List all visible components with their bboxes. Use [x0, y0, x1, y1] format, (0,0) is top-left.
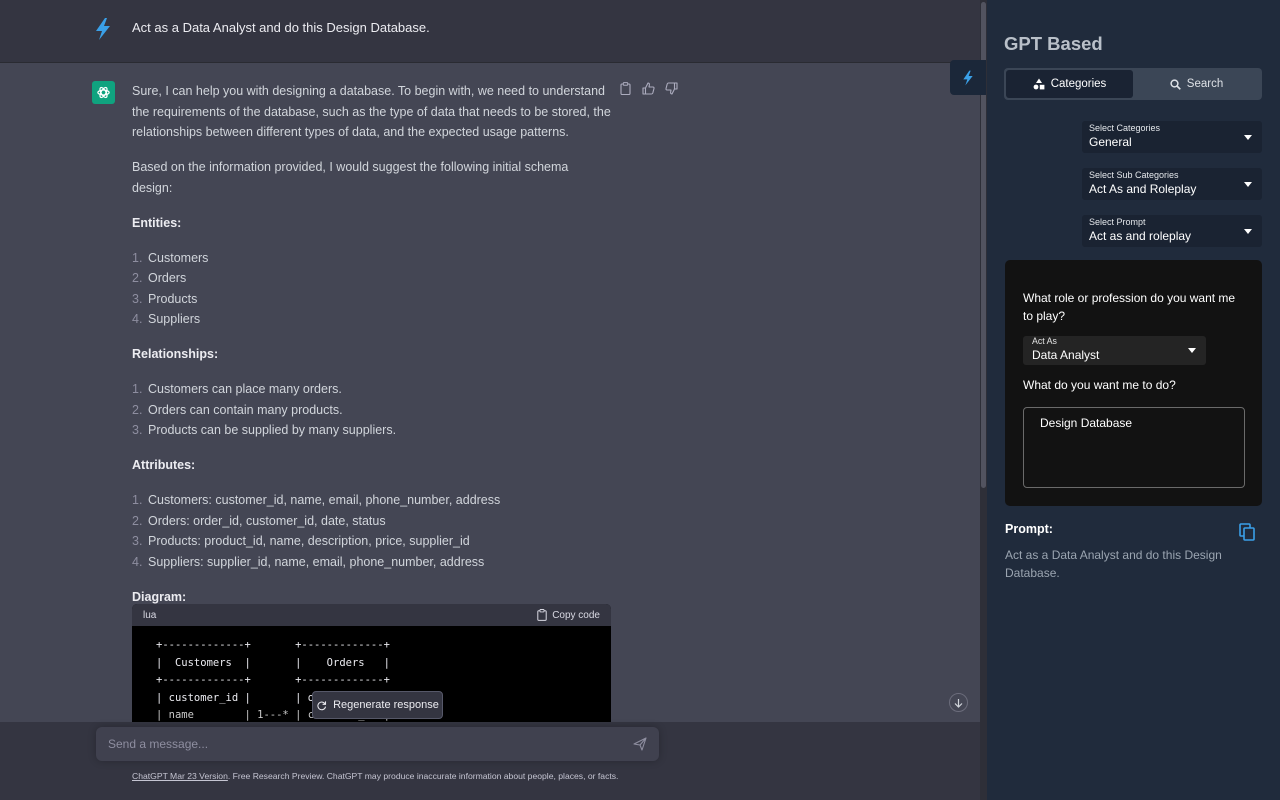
regenerate-label: Regenerate response: [333, 699, 439, 711]
assistant-message-content: Sure, I can help you with designing a da…: [132, 81, 612, 622]
attributes-list: 1. Customers: customer_id, name, email, p…: [132, 490, 612, 572]
version-link[interactable]: ChatGPT Mar 23 Version: [132, 771, 228, 781]
prompt-label: Prompt:: [1005, 522, 1053, 536]
task-value: Design Database: [1040, 416, 1133, 430]
user-message-text: Act as a Data Analyst and do this Design…: [132, 20, 430, 35]
select-label: Select Prompt: [1089, 217, 1146, 227]
caret-down-icon: [1244, 229, 1252, 234]
chat-area: Act as a Data Analyst and do this Design…: [0, 0, 980, 800]
entities-list: 1. Customers 2. Orders 3. Products 4. Suppli…: [132, 248, 612, 330]
select-prompt[interactable]: Select Prompt Act as and roleplay: [1082, 215, 1262, 247]
task-question: What do you want me to do?: [1023, 378, 1176, 392]
chatgpt-logo-icon: [92, 81, 115, 104]
list-item: 4. Suppliers: [132, 312, 201, 326]
select-value: Act as and roleplay: [1089, 229, 1192, 243]
select-label: Select Categories: [1089, 123, 1161, 133]
thumbs-down-icon[interactable]: [664, 81, 678, 95]
relationships-heading: Relationships:: [132, 347, 219, 361]
list-item: 1. Customers can place many orders.: [132, 382, 342, 396]
entities-heading: Entities:: [132, 215, 182, 230]
user-message: Act as a Data Analyst and do this Design…: [0, 0, 980, 63]
list-item: 2. Orders: [132, 271, 187, 285]
generated-prompt-text: Act as a Data Analyst and do this Design…: [1005, 548, 1222, 580]
shapes-icon: [1033, 78, 1045, 90]
tab-label: Categories: [1050, 78, 1107, 90]
scroll-to-bottom-button[interactable]: [949, 693, 968, 712]
act-as-select[interactable]: Act As Data Analyst: [1023, 336, 1206, 365]
copy-icon[interactable]: [1239, 523, 1255, 541]
select-value: Act As and Roleplay: [1089, 182, 1197, 196]
select-value: General: [1089, 135, 1132, 149]
role-question: What role or profession do you want me t…: [1023, 291, 1236, 323]
tab-label: Search: [1186, 78, 1224, 90]
suggestion-paragraph: Based on the information provided, I wou…: [132, 160, 569, 195]
sidebar-title: GPT Based: [1004, 33, 1103, 54]
clipboard-icon[interactable]: [618, 81, 632, 95]
code-line: | Customers | | Orders |: [156, 656, 390, 669]
code-block-header: lua Copy code: [132, 604, 611, 626]
copy-code-label: Copy code: [552, 609, 600, 621]
footer-text: . Free Research Preview. ChatGPT may pro…: [227, 771, 619, 781]
caret-down-icon: [1188, 348, 1196, 353]
gpt-based-sidebar: GPT Based Categories Search Select Categ…: [987, 0, 1280, 800]
thumbs-up-icon[interactable]: [641, 81, 655, 95]
code-language: lua: [143, 609, 157, 621]
assistant-message: Sure, I can help you with designing a da…: [0, 63, 980, 800]
select-label: Select Sub Categories: [1089, 170, 1179, 180]
lightning-bolt-icon: [96, 18, 110, 40]
list-item: 3. Products: product_id, name, descriptio…: [132, 534, 470, 548]
panel-toggle-button[interactable]: [950, 60, 986, 95]
arrow-down-icon: [954, 698, 963, 708]
tab-categories[interactable]: Categories: [1006, 70, 1133, 98]
message-actions: [618, 81, 678, 95]
act-as-label: Act As: [1032, 336, 1057, 346]
clipboard-icon: [537, 609, 547, 621]
list-item: 3. Products: [132, 291, 198, 306]
list-item: 4. Suppliers: supplier_id, name, email, p…: [132, 554, 485, 569]
code-line: +-------------+ +-------------+: [156, 674, 390, 687]
intro-paragraph: Sure, I can help you with designing a da…: [132, 84, 611, 139]
send-icon[interactable]: [633, 737, 647, 751]
caret-down-icon: [1244, 135, 1252, 140]
attributes-heading: Attributes:: [132, 458, 196, 472]
list-item: 2. Orders can contain many products.: [132, 402, 343, 417]
lightning-bolt-icon: [963, 70, 973, 85]
select-categories[interactable]: Select Categories General: [1082, 121, 1262, 153]
code-line: +-------------+ +-------------+: [156, 639, 390, 651]
prompt-form-card: What role or profession do you want me t…: [1005, 260, 1262, 506]
refresh-icon: [317, 700, 327, 710]
message-input[interactable]: [108, 727, 618, 761]
sidebar-tabs: Categories Search: [1004, 68, 1262, 100]
copy-code-button[interactable]: Copy code: [537, 609, 600, 621]
list-item: 3. Products can be supplied by many suppl…: [132, 423, 397, 437]
search-icon: [1170, 78, 1181, 90]
regenerate-response-button[interactable]: Regenerate response: [312, 691, 443, 719]
caret-down-icon: [1244, 182, 1252, 187]
list-item: 1. Customers: customer_id, name, email, p…: [132, 493, 501, 507]
relationships-list: 1. Customers can place many orders. 2. Ord…: [132, 379, 612, 441]
tab-search[interactable]: Search: [1133, 70, 1260, 98]
list-item: 1. Customers: [132, 250, 209, 265]
act-as-value: Data Analyst: [1032, 348, 1100, 362]
task-textarea[interactable]: Design Database: [1023, 407, 1245, 488]
chat-scrollbar[interactable]: [980, 0, 987, 800]
list-item: 2. Orders: order_id, customer_id, date, s…: [132, 513, 386, 528]
message-composer: [96, 727, 659, 761]
select-sub-categories[interactable]: Select Sub Categories Act As and Rolepla…: [1082, 168, 1262, 200]
footer-disclaimer: ChatGPT Mar 23 Version. Free Research Pr…: [132, 771, 618, 781]
